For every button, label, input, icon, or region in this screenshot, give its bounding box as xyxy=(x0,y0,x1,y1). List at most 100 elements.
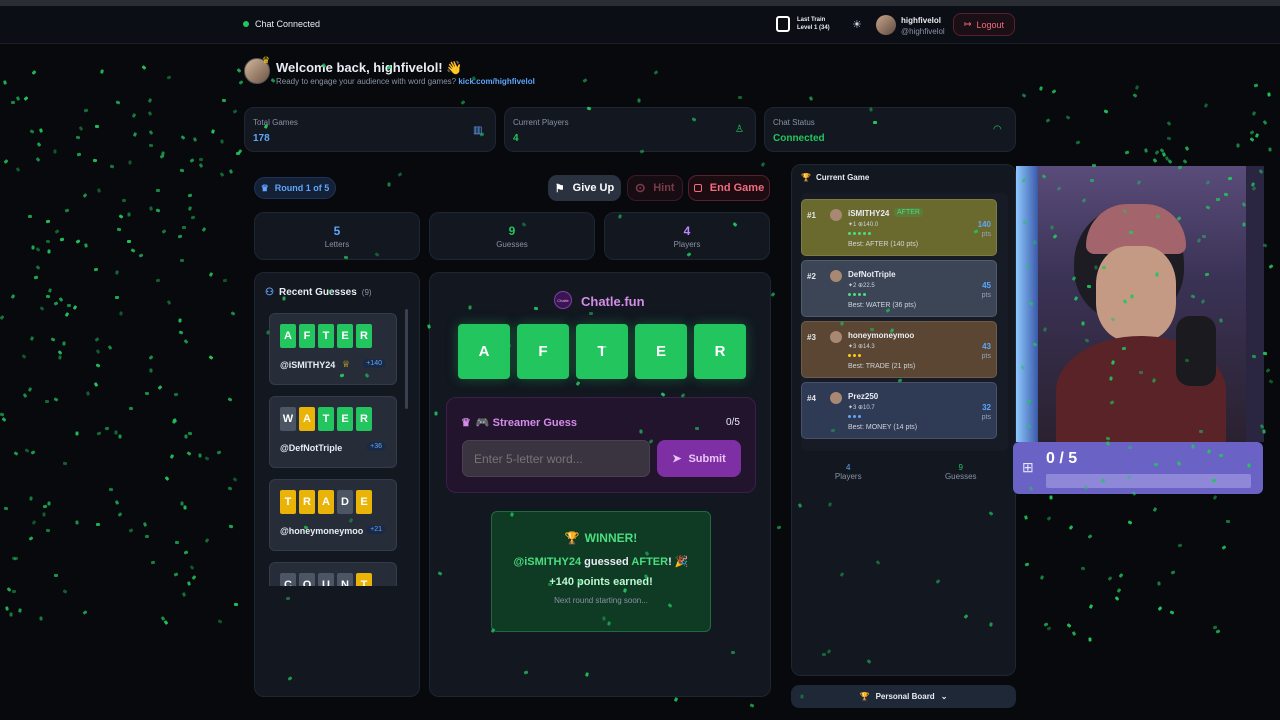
confetti-piece xyxy=(100,69,105,75)
confetti-piece xyxy=(28,536,34,542)
confetti-piece xyxy=(11,293,16,299)
confetti-piece xyxy=(1221,545,1227,551)
guess-points-badge: +21 xyxy=(366,525,386,534)
recent-guess-card: A F T E R @iSMITHY24 ♕ +140 xyxy=(269,313,397,385)
current-game-panel: 🏆 Current Game #1 iSMITHY24 AFTER ✦1 ⊕140.0… xyxy=(791,164,1016,676)
welcome-title: Welcome back, highfivelol! 👋 xyxy=(276,60,463,75)
confetti-piece xyxy=(83,243,88,248)
scrollbar[interactable] xyxy=(405,309,408,409)
confetti-piece xyxy=(1039,575,1044,580)
confetti-piece xyxy=(114,430,118,435)
background-wall xyxy=(1246,166,1264,442)
last-train-widget[interactable]: Last Train Level 1 (34) xyxy=(776,16,830,32)
avatar[interactable] xyxy=(876,15,896,35)
confetti-piece xyxy=(1051,89,1057,94)
confetti-piece xyxy=(128,528,134,533)
guess-letter-tile: N xyxy=(337,573,353,586)
confetti-piece xyxy=(94,336,100,342)
confetti-piece xyxy=(114,500,120,506)
player-points-unit: pts xyxy=(981,353,991,360)
confetti-piece xyxy=(1267,92,1271,97)
confetti-piece xyxy=(141,64,147,70)
confetti-piece xyxy=(1166,121,1172,127)
confetti-piece xyxy=(1268,378,1274,384)
theme-toggle-icon[interactable]: ☀ xyxy=(852,18,862,31)
confetti-piece xyxy=(173,572,179,577)
guess-letter-tile: E xyxy=(356,490,372,514)
confetti-piece xyxy=(5,606,10,612)
channel-link[interactable]: kick.com/highfivelol xyxy=(458,77,534,86)
streamer-word-input[interactable] xyxy=(462,440,650,477)
personal-board-button[interactable]: 🏆 Personal Board ⌄ xyxy=(791,685,1016,708)
light-strip xyxy=(1016,166,1038,442)
progress-dot xyxy=(853,354,856,357)
goal-overlay: ⊞ 0 / 5 xyxy=(1013,442,1263,494)
player-points: 32 xyxy=(982,403,991,412)
confetti-piece xyxy=(222,99,227,103)
confetti-piece xyxy=(204,455,210,461)
submit-button[interactable]: ➤ Submit xyxy=(657,440,741,477)
confetti-piece xyxy=(53,574,58,578)
lightbulb-icon: ⵙ xyxy=(635,182,646,195)
progress-dot xyxy=(853,293,856,296)
guess-letter-tile: R xyxy=(356,324,372,348)
confetti-piece xyxy=(1143,147,1148,153)
player-points: 43 xyxy=(982,342,991,351)
confetti-piece xyxy=(1161,152,1166,158)
chat-status-text: Chat Connected xyxy=(255,19,321,29)
chatle-logo: Chatle xyxy=(554,291,572,309)
confetti-piece xyxy=(187,206,192,211)
confetti-piece xyxy=(130,248,136,253)
mini-stat-value: 9 xyxy=(508,224,516,238)
confetti-piece xyxy=(1154,149,1160,155)
confetti-piece xyxy=(8,612,13,617)
confetti-piece xyxy=(64,312,70,318)
confetti-piece xyxy=(43,504,48,509)
confetti-piece xyxy=(62,589,68,594)
logout-button[interactable]: ↦ Logout xyxy=(953,13,1015,36)
player-word-tag: AFTER xyxy=(894,208,923,217)
confetti-piece xyxy=(238,80,244,85)
leaderboard-row[interactable]: #3 honeymoneymoo ✦3 ⊕14.3 Best: TRADE (21 p… xyxy=(801,321,997,378)
leaderboard-row[interactable]: #2 DefNotTriple ✦2 ⊕22.5 Best: WATER (36 pt… xyxy=(801,260,997,317)
confetti-piece xyxy=(186,451,192,456)
current-game-title: Current Game xyxy=(815,173,870,182)
confetti-piece xyxy=(118,434,122,439)
winner-panel: 🏆 WINNER! @iSMITHY24 guessed AFTER! 🎉 +1… xyxy=(491,511,711,632)
confetti-piece xyxy=(156,278,161,283)
footer-players: 4 Players xyxy=(792,463,905,481)
personal-board-label: Personal Board xyxy=(875,692,935,701)
confetti-piece xyxy=(15,95,20,101)
confetti-piece xyxy=(1212,495,1218,501)
leaderboard-row[interactable]: #4 Prez250 ✦3 ⊕10.7 Best: MONEY (14 pts) 32 p… xyxy=(801,382,997,439)
leaderboard-row[interactable]: #1 iSMITHY24 AFTER ✦1 ⊕140.0 Best: AFTER (14… xyxy=(801,199,997,256)
confetti-piece xyxy=(42,512,46,517)
confetti-piece xyxy=(181,592,187,597)
confetti-piece xyxy=(1254,133,1259,139)
hint-button[interactable]: ⵙ Hint xyxy=(627,175,683,201)
confetti-piece xyxy=(190,215,195,221)
confetti-piece xyxy=(94,125,100,129)
stat-card-chat-status: Chat Status Connected ◠ xyxy=(764,107,1016,152)
confetti-piece xyxy=(201,226,206,232)
welcome-subtitle-text: Ready to engage your audience with word … xyxy=(276,77,457,86)
confetti-piece xyxy=(166,75,172,80)
confetti-piece xyxy=(94,267,99,271)
winner-guessed: guessed xyxy=(584,556,629,568)
confetti-piece xyxy=(163,620,169,626)
end-game-button[interactable]: End Game xyxy=(688,175,770,201)
confetti-piece xyxy=(1115,595,1120,601)
nav-username: highfivelol xyxy=(901,16,941,25)
confetti-piece xyxy=(16,167,21,173)
confetti-piece xyxy=(22,393,28,399)
logout-icon: ↦ xyxy=(963,19,972,29)
winner-exclaim: ! 🎉 xyxy=(668,556,689,568)
guess-letter-tile: R xyxy=(356,407,372,431)
confetti-piece xyxy=(53,149,57,154)
player-rank: #1 xyxy=(807,211,816,220)
progress-dot xyxy=(868,232,871,235)
confetti-piece xyxy=(78,126,84,132)
confetti-piece xyxy=(117,228,122,232)
trophy-icon: ♕ xyxy=(342,359,351,369)
give-up-button[interactable]: ⚑ Give Up xyxy=(548,175,621,201)
